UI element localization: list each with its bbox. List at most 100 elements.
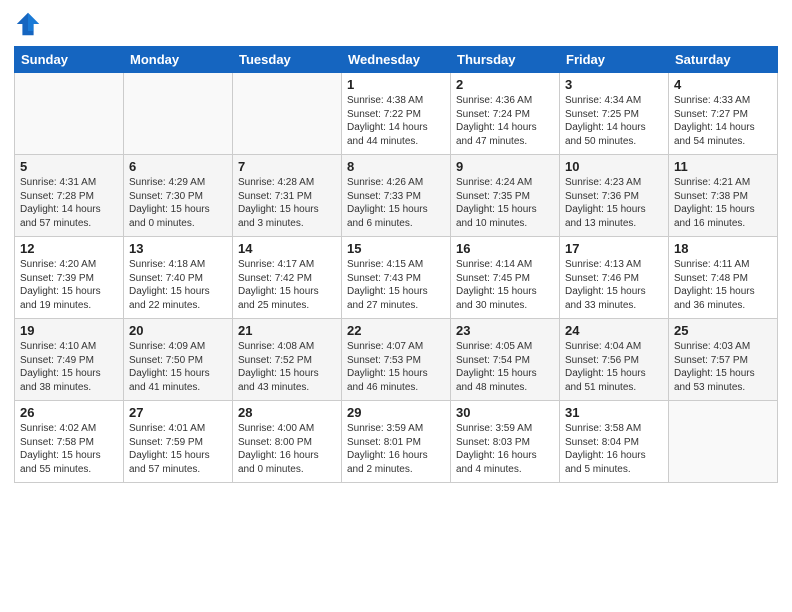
day-cell-15: 15 Sunrise: 4:15 AM Sunset: 7:43 PM Dayli…: [342, 237, 451, 319]
day-cell-20: 20 Sunrise: 4:09 AM Sunset: 7:50 PM Dayli…: [124, 319, 233, 401]
day-number: 10: [565, 159, 663, 174]
day-cell-24: 24Sunrise: 4:04 AM Sunset: 7:56 PM Dayli…: [560, 319, 669, 401]
day-info: Sunrise: 4:17 AM Sunset: 7:42 PM Dayligh…: [238, 258, 336, 312]
day-info: Sunrise: 4:07 AM Sunset: 7:53 PM Dayligh…: [347, 340, 445, 394]
empty-cell: [15, 73, 124, 155]
week-row-5: 26 Sunrise: 4:02 AM Sunset: 7:58 PM Dayli…: [15, 401, 778, 483]
day-info: Sunrise: 4:10 AM Sunset: 7:49 PM Dayligh…: [20, 340, 118, 394]
day-info: Sunrise: 4:36 AM Sunset: 7:24 PM Dayligh…: [456, 94, 554, 148]
day-number: 15: [347, 241, 445, 256]
day-number: 24: [565, 323, 663, 338]
day-cell-5: 5 Sunrise: 4:31 AM Sunset: 7:28 PM Daylig…: [15, 155, 124, 237]
day-cell-1: 1Sunrise: 4:38 AM Sunset: 7:22 PM Daylig…: [342, 73, 451, 155]
day-info: Sunrise: 4:23 AM Sunset: 7:36 PM Dayligh…: [565, 176, 663, 230]
day-cell-22: 22 Sunrise: 4:07 AM Sunset: 7:53 PM Dayli…: [342, 319, 451, 401]
day-info: Sunrise: 4:11 AM Sunset: 7:48 PM Dayligh…: [674, 258, 772, 312]
weekday-header-wednesday: Wednesday: [342, 47, 451, 73]
week-row-4: 19Sunrise: 4:10 AM Sunset: 7:49 PM Dayli…: [15, 319, 778, 401]
logo-icon: [14, 10, 42, 38]
day-number: 17: [565, 241, 663, 256]
day-info: Sunrise: 4:20 AM Sunset: 7:39 PM Dayligh…: [20, 258, 118, 312]
week-row-3: 12 Sunrise: 4:20 AM Sunset: 7:39 PM Dayli…: [15, 237, 778, 319]
day-cell-12: 12 Sunrise: 4:20 AM Sunset: 7:39 PM Dayli…: [15, 237, 124, 319]
day-cell-16: 16 Sunrise: 4:14 AM Sunset: 7:45 PM Dayli…: [451, 237, 560, 319]
day-number: 4: [674, 77, 772, 92]
day-cell-23: 23 Sunrise: 4:05 AM Sunset: 7:54 PM Dayli…: [451, 319, 560, 401]
day-info: Sunrise: 4:14 AM Sunset: 7:45 PM Dayligh…: [456, 258, 554, 312]
day-cell-14: 14 Sunrise: 4:17 AM Sunset: 7:42 PM Dayli…: [233, 237, 342, 319]
day-number: 25: [674, 323, 772, 338]
day-cell-6: 6 Sunrise: 4:29 AM Sunset: 7:30 PM Daylig…: [124, 155, 233, 237]
day-number: 12: [20, 241, 118, 256]
day-cell-10: 10 Sunrise: 4:23 AM Sunset: 7:36 PM Dayli…: [560, 155, 669, 237]
day-cell-7: 7 Sunrise: 4:28 AM Sunset: 7:31 PM Daylig…: [233, 155, 342, 237]
day-cell-13: 13 Sunrise: 4:18 AM Sunset: 7:40 PM Dayli…: [124, 237, 233, 319]
day-number: 18: [674, 241, 772, 256]
day-info: Sunrise: 4:08 AM Sunset: 7:52 PM Dayligh…: [238, 340, 336, 394]
day-number: 31: [565, 405, 663, 420]
day-info: Sunrise: 4:00 AM Sunset: 8:00 PM Dayligh…: [238, 422, 336, 476]
weekday-header-sunday: Sunday: [15, 47, 124, 73]
day-number: 7: [238, 159, 336, 174]
weekday-header-friday: Friday: [560, 47, 669, 73]
day-info: Sunrise: 4:21 AM Sunset: 7:38 PM Dayligh…: [674, 176, 772, 230]
header: [14, 10, 778, 38]
day-info: Sunrise: 4:34 AM Sunset: 7:25 PM Dayligh…: [565, 94, 663, 148]
empty-cell: [233, 73, 342, 155]
day-number: 2: [456, 77, 554, 92]
main-container: SundayMondayTuesdayWednesdayThursdayFrid…: [0, 0, 792, 489]
day-info: Sunrise: 4:29 AM Sunset: 7:30 PM Dayligh…: [129, 176, 227, 230]
day-cell-9: 9 Sunrise: 4:24 AM Sunset: 7:35 PM Daylig…: [451, 155, 560, 237]
day-number: 6: [129, 159, 227, 174]
day-cell-3: 3 Sunrise: 4:34 AM Sunset: 7:25 PM Daylig…: [560, 73, 669, 155]
day-info: Sunrise: 4:24 AM Sunset: 7:35 PM Dayligh…: [456, 176, 554, 230]
day-info: Sunrise: 4:28 AM Sunset: 7:31 PM Dayligh…: [238, 176, 336, 230]
day-info: Sunrise: 3:59 AM Sunset: 8:03 PM Dayligh…: [456, 422, 554, 476]
day-info: Sunrise: 4:38 AM Sunset: 7:22 PM Dayligh…: [347, 94, 445, 148]
day-cell-21: 21 Sunrise: 4:08 AM Sunset: 7:52 PM Dayli…: [233, 319, 342, 401]
day-number: 5: [20, 159, 118, 174]
day-cell-25: 25 Sunrise: 4:03 AM Sunset: 7:57 PM Dayli…: [669, 319, 778, 401]
day-number: 26: [20, 405, 118, 420]
day-number: 22: [347, 323, 445, 338]
day-info: Sunrise: 4:03 AM Sunset: 7:57 PM Dayligh…: [674, 340, 772, 394]
day-number: 3: [565, 77, 663, 92]
day-cell-29: 29Sunrise: 3:59 AM Sunset: 8:01 PM Dayli…: [342, 401, 451, 483]
day-cell-30: 30 Sunrise: 3:59 AM Sunset: 8:03 PM Dayli…: [451, 401, 560, 483]
week-row-2: 5 Sunrise: 4:31 AM Sunset: 7:28 PM Daylig…: [15, 155, 778, 237]
day-number: 9: [456, 159, 554, 174]
day-number: 13: [129, 241, 227, 256]
day-cell-17: 17Sunrise: 4:13 AM Sunset: 7:46 PM Dayli…: [560, 237, 669, 319]
day-cell-2: 2 Sunrise: 4:36 AM Sunset: 7:24 PM Daylig…: [451, 73, 560, 155]
calendar-table: SundayMondayTuesdayWednesdayThursdayFrid…: [14, 46, 778, 483]
week-row-1: 1Sunrise: 4:38 AM Sunset: 7:22 PM Daylig…: [15, 73, 778, 155]
day-info: Sunrise: 3:59 AM Sunset: 8:01 PM Dayligh…: [347, 422, 445, 476]
day-number: 14: [238, 241, 336, 256]
weekday-header-monday: Monday: [124, 47, 233, 73]
day-cell-18: 18 Sunrise: 4:11 AM Sunset: 7:48 PM Dayli…: [669, 237, 778, 319]
empty-cell: [669, 401, 778, 483]
day-info: Sunrise: 4:18 AM Sunset: 7:40 PM Dayligh…: [129, 258, 227, 312]
day-info: Sunrise: 4:09 AM Sunset: 7:50 PM Dayligh…: [129, 340, 227, 394]
day-info: Sunrise: 3:58 AM Sunset: 8:04 PM Dayligh…: [565, 422, 663, 476]
day-number: 21: [238, 323, 336, 338]
day-cell-31: 31 Sunrise: 3:58 AM Sunset: 8:04 PM Dayli…: [560, 401, 669, 483]
day-number: 27: [129, 405, 227, 420]
day-info: Sunrise: 4:31 AM Sunset: 7:28 PM Dayligh…: [20, 176, 118, 230]
day-cell-27: 27Sunrise: 4:01 AM Sunset: 7:59 PM Dayli…: [124, 401, 233, 483]
weekday-header-thursday: Thursday: [451, 47, 560, 73]
empty-cell: [124, 73, 233, 155]
day-number: 23: [456, 323, 554, 338]
day-cell-28: 28Sunrise: 4:00 AM Sunset: 8:00 PM Dayli…: [233, 401, 342, 483]
day-info: Sunrise: 4:15 AM Sunset: 7:43 PM Dayligh…: [347, 258, 445, 312]
day-info: Sunrise: 4:02 AM Sunset: 7:58 PM Dayligh…: [20, 422, 118, 476]
day-number: 30: [456, 405, 554, 420]
logo: [14, 10, 44, 38]
weekday-header-row: SundayMondayTuesdayWednesdayThursdayFrid…: [15, 47, 778, 73]
day-number: 16: [456, 241, 554, 256]
day-number: 8: [347, 159, 445, 174]
weekday-header-saturday: Saturday: [669, 47, 778, 73]
day-info: Sunrise: 4:05 AM Sunset: 7:54 PM Dayligh…: [456, 340, 554, 394]
weekday-header-tuesday: Tuesday: [233, 47, 342, 73]
day-number: 20: [129, 323, 227, 338]
